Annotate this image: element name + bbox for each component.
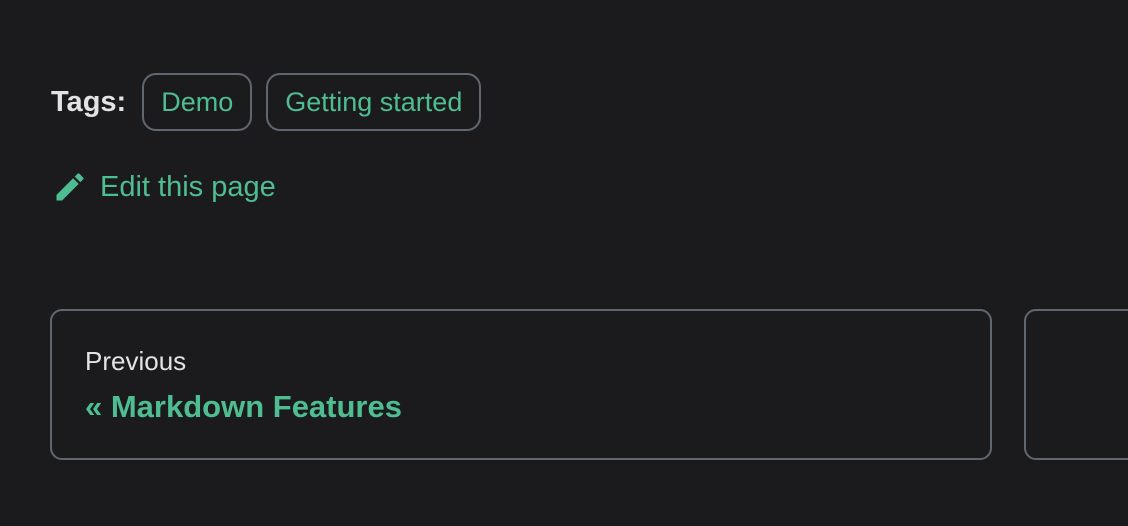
tags-label: Tags: xyxy=(51,85,127,118)
tag-demo[interactable]: Demo xyxy=(142,73,253,131)
pagination-previous-sublabel: Previous xyxy=(85,346,187,376)
edit-page-link[interactable]: Edit this page xyxy=(52,166,276,208)
pagination-previous[interactable]: Previous « Markdown Features xyxy=(50,309,992,460)
pagination-next[interactable] xyxy=(1024,309,1128,460)
pencil-icon xyxy=(52,169,88,205)
pagination-previous-title: « Markdown Features xyxy=(85,389,402,424)
edit-page-label: Edit this page xyxy=(100,170,276,203)
tags-row: Tags: Demo Getting started xyxy=(51,73,495,131)
tag-getting-started[interactable]: Getting started xyxy=(266,73,482,131)
